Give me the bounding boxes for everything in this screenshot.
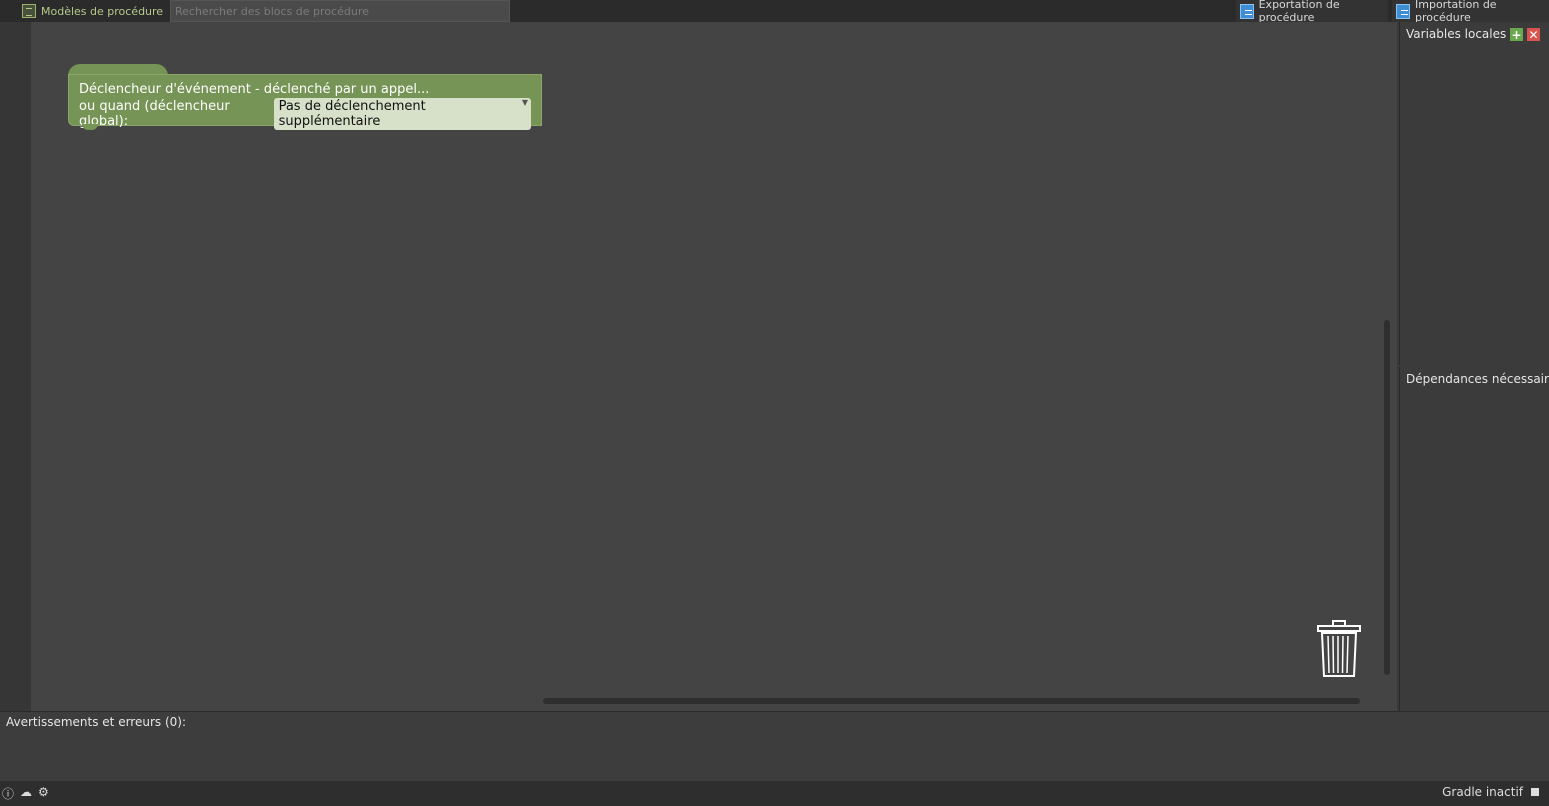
export-procedure-button[interactable]: Exportation de procédure bbox=[1236, 0, 1388, 24]
gear-icon[interactable]: ⚙ bbox=[38, 785, 49, 802]
blockly-workspace[interactable]: Déclencheur d'événement - déclenché par … bbox=[31, 22, 1397, 711]
trash-icon[interactable] bbox=[1317, 620, 1361, 678]
export-procedure-label: Exportation de procédure bbox=[1258, 0, 1340, 24]
global-trigger-dropdown[interactable]: Pas de déclenchement supplémentaire ▼ bbox=[273, 98, 531, 130]
global-trigger-label: ou quand (déclencheur global): bbox=[79, 99, 230, 129]
vertical-scrollbar[interactable] bbox=[1384, 320, 1390, 675]
gradle-elephant-icon[interactable]: ☁ bbox=[20, 785, 32, 802]
warnings-title: Avertissements et erreurs (0): bbox=[6, 715, 187, 729]
dependencies-panel: Dépendances nécessaires bbox=[1399, 367, 1549, 711]
chevron-down-icon: ▼ bbox=[521, 98, 528, 107]
warnings-panel: Avertissements et erreurs (0): bbox=[0, 711, 1549, 781]
stop-icon[interactable] bbox=[1531, 788, 1539, 796]
procedure-templates-label: Modèles de procédure bbox=[41, 4, 164, 18]
plus-icon[interactable]: + bbox=[1510, 28, 1523, 41]
left-gutter bbox=[0, 22, 31, 711]
local-variables-title: Variables locales bbox=[1406, 27, 1507, 41]
procedure-templates-button[interactable]: Modèles de procédure bbox=[18, 0, 168, 22]
gradle-status: Gradle inactif bbox=[1442, 785, 1523, 799]
import-procedure-button[interactable]: Importation de procédure bbox=[1392, 0, 1549, 24]
import-procedure-label: Importation de procédure bbox=[1415, 0, 1497, 24]
status-bar: ⓘ ☁ ⚙ Gradle inactif bbox=[0, 781, 1549, 806]
info-icon[interactable]: ⓘ bbox=[2, 785, 14, 802]
close-icon[interactable]: ✕ bbox=[1527, 28, 1540, 41]
local-variables-panel: Variables locales + ✕ bbox=[1399, 22, 1549, 365]
export-icon bbox=[1240, 3, 1254, 19]
template-doc-icon bbox=[22, 4, 36, 18]
search-blocks-input[interactable] bbox=[170, 0, 510, 22]
dependencies-title: Dépendances nécessaires bbox=[1406, 372, 1549, 386]
import-icon bbox=[1396, 3, 1410, 19]
block-body[interactable]: Déclencheur d'événement - déclenché par … bbox=[68, 74, 542, 130]
global-trigger-value: Pas de déclenchement supplémentaire bbox=[278, 99, 426, 129]
top-toolbar: Modèles de procédure Exportation de proc… bbox=[0, 0, 1549, 24]
block-next-connector bbox=[82, 124, 98, 130]
horizontal-scrollbar[interactable] bbox=[543, 698, 1360, 704]
